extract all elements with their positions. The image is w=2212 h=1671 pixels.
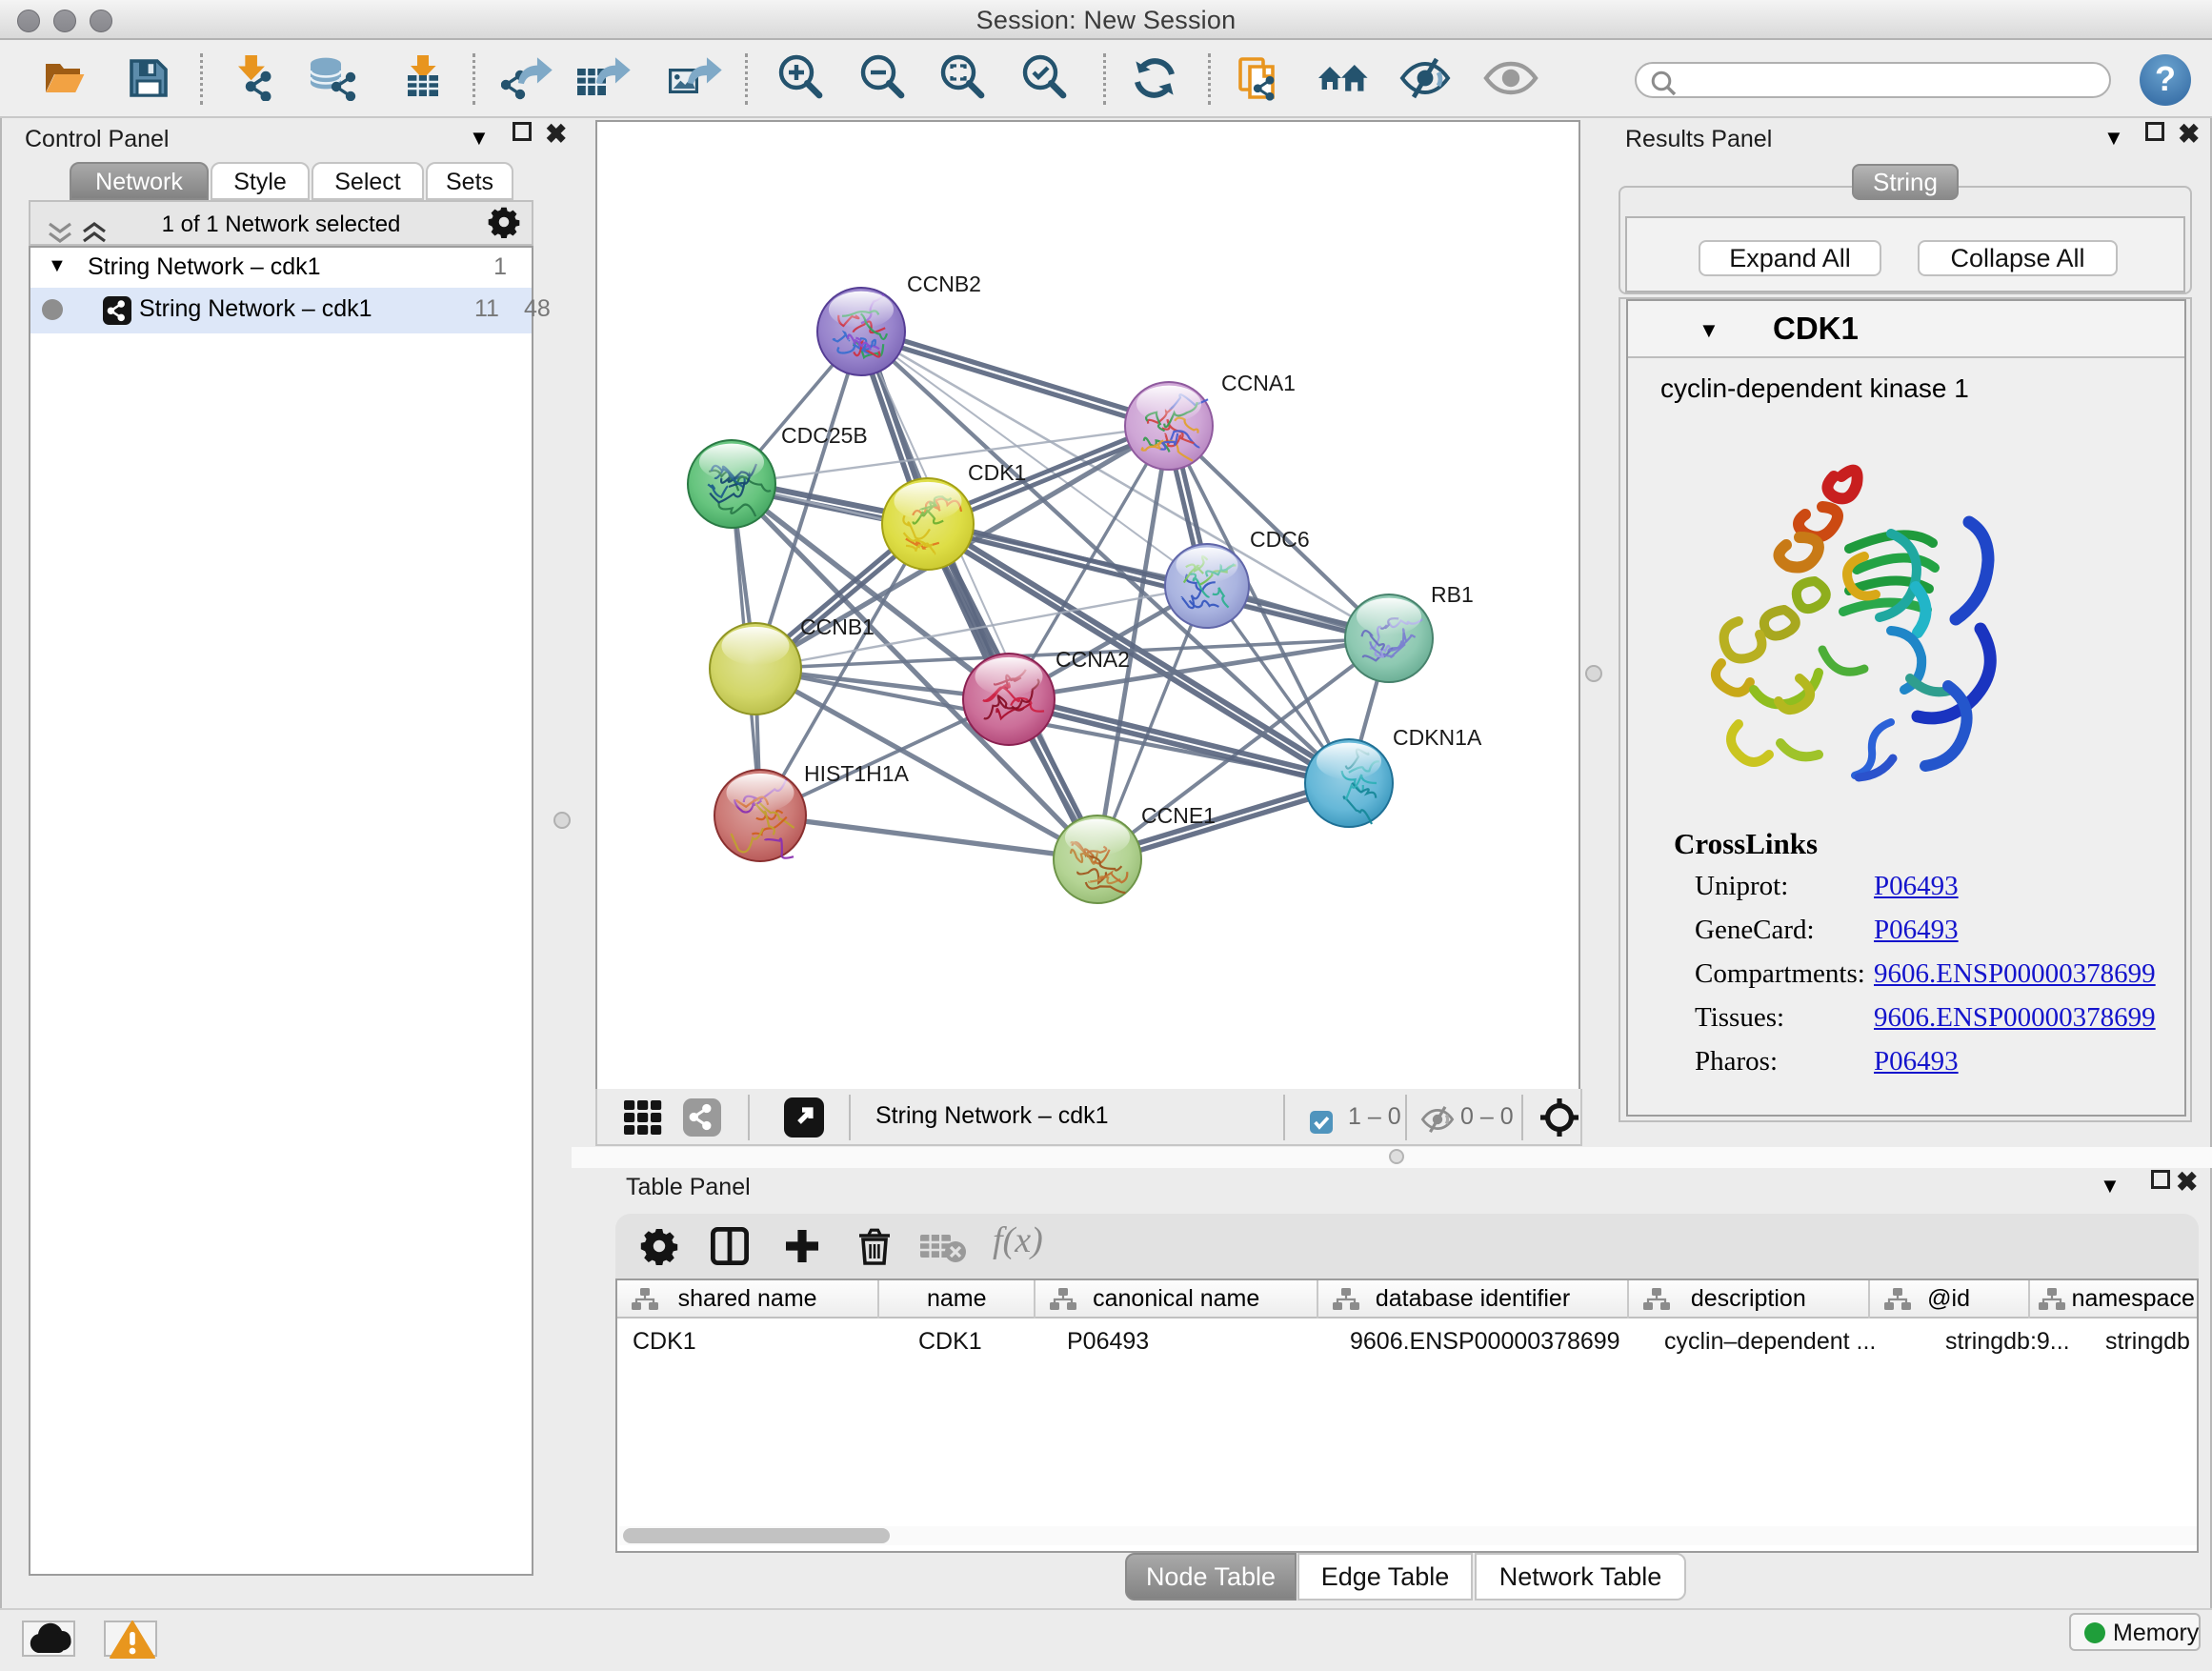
svg-text:CCNA1: CCNA1	[1221, 371, 1296, 395]
svg-text:CCNB1: CCNB1	[800, 614, 875, 639]
svg-text:RB1: RB1	[1431, 582, 1474, 607]
svg-text:HIST1H1A: HIST1H1A	[804, 761, 910, 786]
svg-text:CCNE1: CCNE1	[1141, 803, 1216, 828]
svg-text:CDKN1A: CDKN1A	[1393, 725, 1482, 750]
svg-text:CDK1: CDK1	[968, 460, 1026, 485]
svg-text:CCNB2: CCNB2	[907, 272, 981, 296]
svg-text:CDC25B: CDC25B	[781, 423, 868, 448]
svg-text:CDC6: CDC6	[1250, 527, 1310, 552]
svg-text:CCNA2: CCNA2	[1056, 647, 1130, 672]
